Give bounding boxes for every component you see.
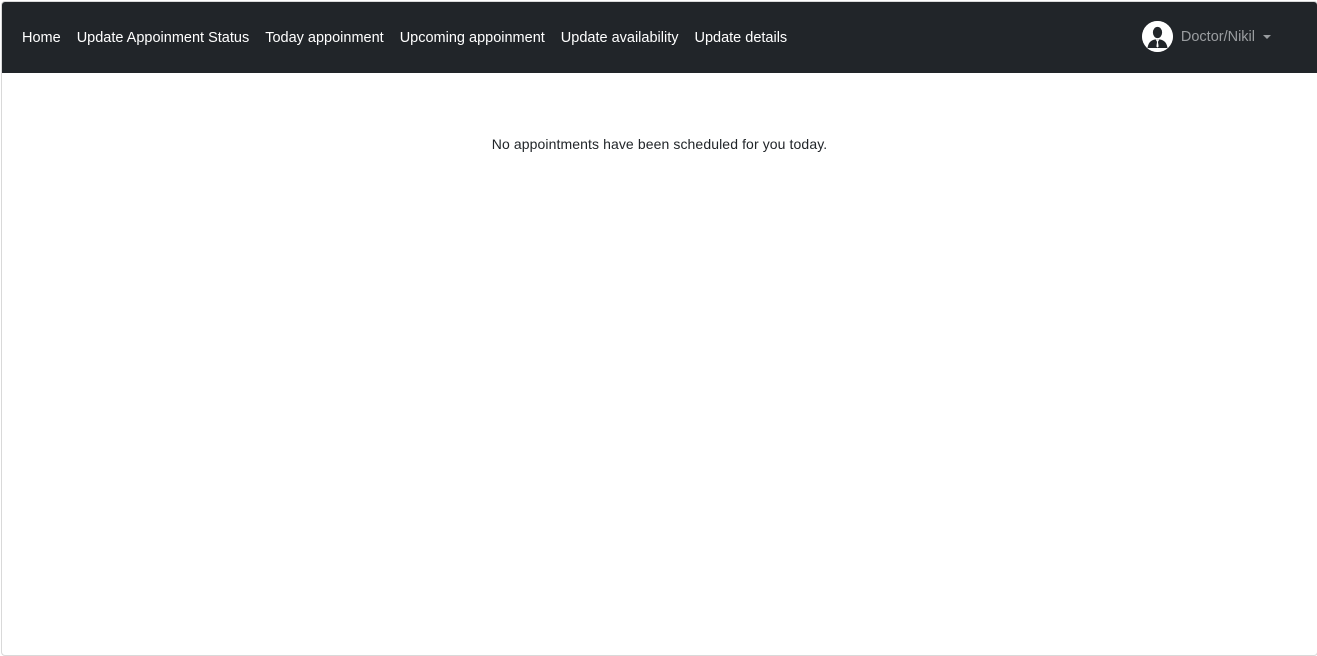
top-navbar: Home Update Appoinment Status Today appo… <box>2 2 1317 73</box>
nav-link-today-appointment[interactable]: Today appoinment <box>257 30 392 46</box>
nav-link-update-details[interactable]: Update details <box>686 30 795 46</box>
app-window: Home Update Appoinment Status Today appo… <box>1 1 1317 656</box>
empty-state-message: No appointments have been scheduled for … <box>491 136 828 152</box>
user-dropdown[interactable]: Doctor/Nikil <box>1141 21 1271 52</box>
nav-links: Home Update Appoinment Status Today appo… <box>22 30 795 46</box>
nav-link-home[interactable]: Home <box>22 30 69 46</box>
main-content: No appointments have been scheduled for … <box>2 73 1317 655</box>
user-avatar-icon <box>1141 21 1173 52</box>
caret-down-icon <box>1263 34 1271 39</box>
nav-link-update-appointment-status[interactable]: Update Appoinment Status <box>69 30 258 46</box>
nav-link-upcoming-appointment[interactable]: Upcoming appoinment <box>392 30 553 46</box>
user-name: Doctor/Nikil <box>1180 28 1255 45</box>
nav-link-update-availability[interactable]: Update availability <box>553 30 687 46</box>
